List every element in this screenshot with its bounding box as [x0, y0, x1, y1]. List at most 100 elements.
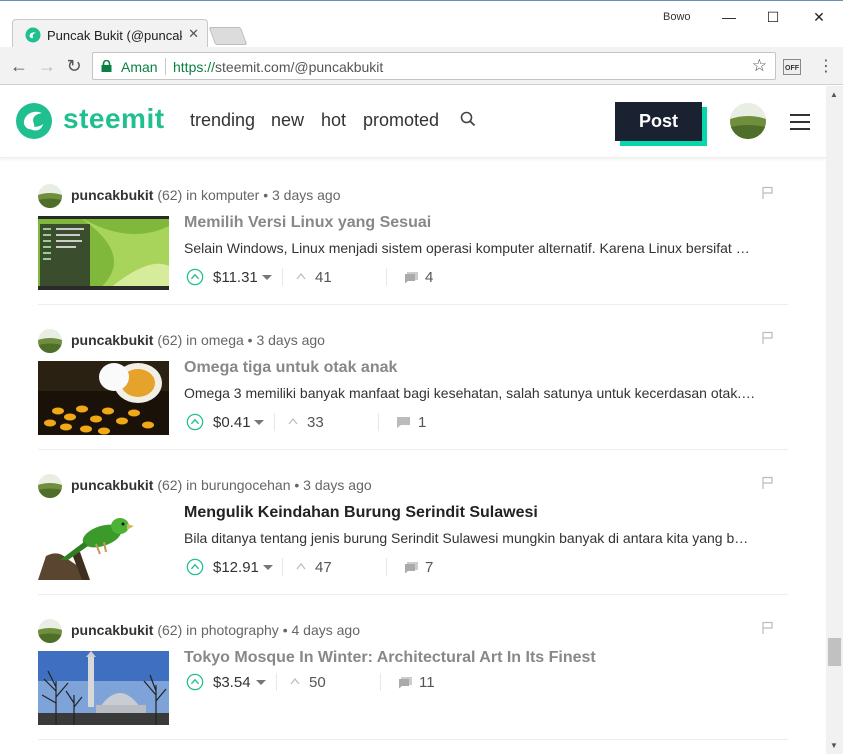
- green-parrot-image: [38, 506, 169, 580]
- url-scheme: https://: [173, 59, 216, 75]
- hamburger-menu-icon[interactable]: [790, 114, 810, 130]
- scroll-up-arrow-icon[interactable]: ▲: [830, 90, 838, 99]
- author-avatar[interactable]: [38, 474, 62, 498]
- flag-icon[interactable]: [762, 476, 774, 490]
- post-title-link[interactable]: Tokyo Mosque In Winter: Architectural Ar…: [184, 649, 596, 667]
- user-avatar[interactable]: [730, 103, 766, 139]
- author-link[interactable]: puncakbukit: [71, 622, 153, 638]
- upvote-icon[interactable]: [186, 673, 204, 691]
- comment-count[interactable]: 1: [418, 414, 426, 431]
- avatar-landscape-icon: [38, 184, 62, 208]
- page-scrollbar[interactable]: ▲ ▼: [826, 86, 843, 754]
- flag-icon[interactable]: [762, 186, 774, 200]
- comment-icon[interactable]: [404, 561, 419, 574]
- post-time[interactable]: • 3 days ago: [294, 477, 371, 493]
- comment-count[interactable]: 11: [419, 674, 435, 691]
- post-time[interactable]: • 4 days ago: [283, 622, 360, 638]
- footer-divider: [274, 413, 275, 431]
- address-bar[interactable]: Aman https://steemit.com/@puncakbukit ☆: [92, 52, 776, 80]
- footer-divider: [282, 268, 283, 286]
- flag-icon[interactable]: [762, 331, 774, 345]
- maximize-icon[interactable]: ☐: [761, 7, 785, 27]
- vote-count[interactable]: 47: [315, 559, 332, 576]
- author-avatar[interactable]: [38, 619, 62, 643]
- author-avatar[interactable]: [38, 329, 62, 353]
- post-thumbnail-tokyo-mosque[interactable]: [38, 651, 169, 725]
- forward-arrow-icon[interactable]: →: [36, 55, 58, 77]
- url-text[interactable]: https://steemit.com/@puncakbukit: [173, 59, 383, 75]
- payout-dropdown-icon[interactable]: [256, 680, 266, 685]
- post-title-link[interactable]: Memilih Versi Linux yang Sesuai: [184, 214, 431, 232]
- profile-name[interactable]: Bowo: [663, 11, 691, 23]
- post-thumbnail-serindit[interactable]: [38, 506, 169, 580]
- url-path: steemit.com/@puncakbukit: [215, 59, 384, 75]
- payout-amount[interactable]: $12.91: [213, 559, 259, 576]
- category-link[interactable]: omega: [201, 332, 244, 348]
- category-link[interactable]: komputer: [201, 187, 259, 203]
- comment-icon[interactable]: [404, 271, 419, 284]
- steemit-logo-icon[interactable]: [15, 102, 53, 140]
- post-button[interactable]: Post: [615, 102, 702, 141]
- footer-divider: [386, 558, 387, 576]
- steemit-logo-text[interactable]: steemit: [63, 103, 165, 135]
- avatar-landscape-icon: [38, 619, 62, 643]
- tab-close-icon[interactable]: ✕: [188, 26, 199, 42]
- feed-post: puncakbukit (62) in omega • 3 days ago O…: [38, 305, 788, 450]
- tab-title: Puncak Bukit (@puncakb: [47, 28, 182, 43]
- author-link[interactable]: puncakbukit: [71, 332, 153, 348]
- post-thumbnail-linux[interactable]: [38, 216, 169, 290]
- scroll-down-arrow-icon[interactable]: ▼: [830, 741, 838, 750]
- comment-count[interactable]: 7: [425, 559, 433, 576]
- nav-new[interactable]: new: [271, 110, 304, 131]
- comment-icon[interactable]: [398, 676, 413, 689]
- reload-icon[interactable]: ↻: [63, 55, 85, 77]
- payout-amount[interactable]: $3.54: [213, 674, 251, 691]
- author-reputation: (62): [157, 187, 183, 203]
- window-close-icon[interactable]: ✕: [807, 7, 831, 27]
- new-tab-button[interactable]: [208, 27, 248, 45]
- minimize-icon[interactable]: —: [717, 7, 741, 27]
- payout-dropdown-icon[interactable]: [263, 565, 273, 570]
- author-link[interactable]: puncakbukit: [71, 187, 153, 203]
- bookmark-star-icon[interactable]: ☆: [752, 56, 767, 76]
- upvote-icon[interactable]: [186, 268, 204, 286]
- post-thumbnail-omega[interactable]: [38, 361, 169, 435]
- nav-trending[interactable]: trending: [190, 110, 255, 131]
- post-time[interactable]: • 3 days ago: [248, 332, 325, 348]
- post-title-link[interactable]: Mengulik Keindahan Burung Serindit Sulaw…: [184, 504, 538, 522]
- comment-count[interactable]: 4: [425, 269, 433, 286]
- vote-count[interactable]: 50: [309, 674, 326, 691]
- browser-tab[interactable]: Puncak Bukit (@puncakb ✕: [12, 19, 208, 49]
- payout-dropdown-icon[interactable]: [262, 275, 272, 280]
- comment-icon[interactable]: [396, 416, 411, 429]
- category-link[interactable]: photography: [201, 622, 279, 638]
- nav-hot[interactable]: hot: [321, 110, 346, 131]
- post-excerpt[interactable]: Bila ditanya tentang jenis burung Serind…: [184, 530, 780, 546]
- post-footer: $0.41 33 1: [184, 411, 784, 435]
- browser-menu-icon[interactable]: ⋮: [818, 56, 834, 76]
- nav-promoted[interactable]: promoted: [363, 110, 439, 131]
- post-excerpt[interactable]: Selain Windows, Linux menjadi sistem ope…: [184, 240, 780, 256]
- payout-dropdown-icon[interactable]: [254, 420, 264, 425]
- category-link[interactable]: burungocehan: [201, 477, 291, 493]
- post-time[interactable]: • 3 days ago: [263, 187, 340, 203]
- author-link[interactable]: puncakbukit: [71, 477, 153, 493]
- vote-count[interactable]: 33: [307, 414, 324, 431]
- payout-amount[interactable]: $11.31: [213, 269, 258, 286]
- payout-amount[interactable]: $0.41: [213, 414, 251, 431]
- vote-count[interactable]: 41: [315, 269, 332, 286]
- window-titlebar: Puncak Bukit (@puncakb ✕ Bowo — ☐ ✕: [0, 0, 843, 49]
- post-title-link[interactable]: Omega tiga untuk otak anak: [184, 359, 397, 377]
- upvote-icon[interactable]: [186, 558, 204, 576]
- post-excerpt[interactable]: Omega 3 memiliki banyak manfaat bagi kes…: [184, 385, 780, 401]
- extension-off-icon[interactable]: OFF: [783, 59, 801, 75]
- author-avatar[interactable]: [38, 184, 62, 208]
- scrollbar-thumb[interactable]: [828, 638, 841, 666]
- search-icon[interactable]: [460, 111, 476, 127]
- back-arrow-icon[interactable]: ←: [8, 55, 30, 77]
- omnibox-divider: [165, 58, 166, 75]
- category-prefix: in: [186, 332, 198, 348]
- flag-icon[interactable]: [762, 621, 774, 635]
- upvote-icon[interactable]: [186, 413, 204, 431]
- category-prefix: in: [186, 622, 198, 638]
